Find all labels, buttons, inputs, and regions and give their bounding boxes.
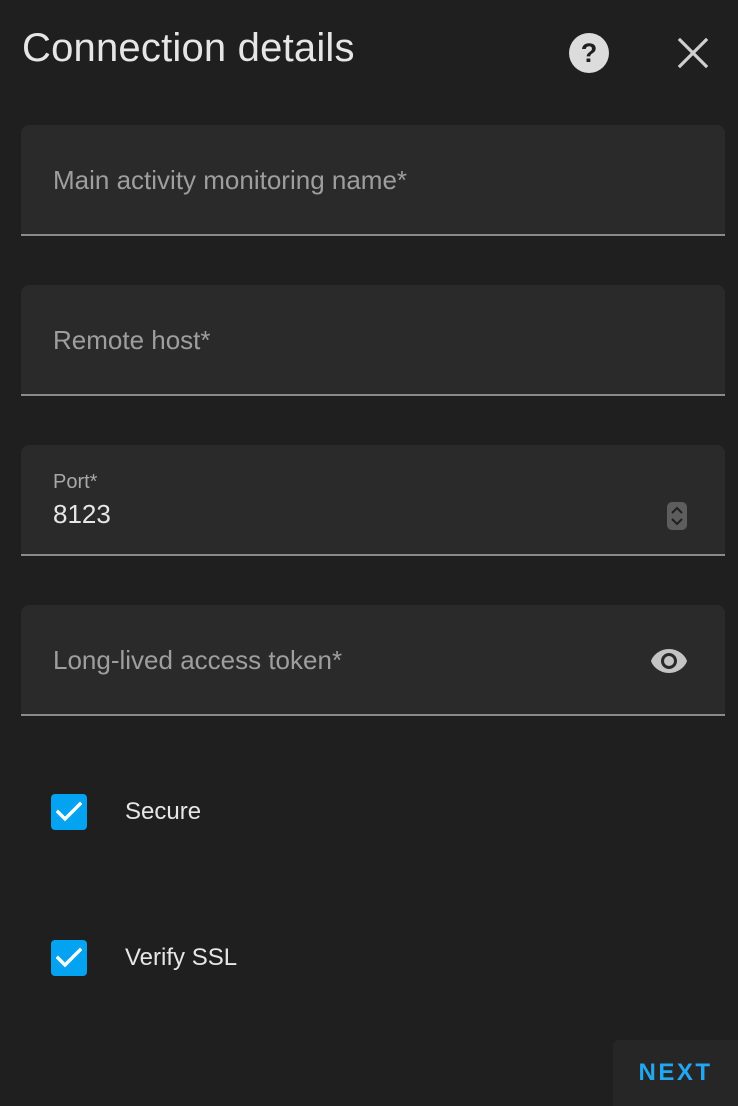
verify-ssl-checkbox[interactable] bbox=[51, 940, 87, 976]
port-field[interactable]: Port* bbox=[21, 445, 725, 556]
help-circle-icon: ? bbox=[569, 33, 609, 73]
access-token-field[interactable]: Long-lived access token* bbox=[21, 605, 725, 716]
svg-text:?: ? bbox=[581, 38, 598, 68]
secure-checkbox-row[interactable]: Secure bbox=[51, 794, 201, 830]
stepper-icon bbox=[671, 506, 683, 526]
verify-ssl-label: Verify SSL bbox=[125, 944, 238, 971]
close-icon bbox=[678, 38, 708, 68]
dialog-title: Connection details bbox=[22, 26, 355, 70]
port-input[interactable] bbox=[53, 499, 613, 530]
monitoring-name-label: Main activity monitoring name* bbox=[53, 165, 408, 195]
remote-host-field[interactable]: Remote host* bbox=[21, 285, 725, 396]
monitoring-name-field[interactable]: Main activity monitoring name* bbox=[21, 125, 725, 236]
toggle-visibility-button[interactable] bbox=[647, 641, 691, 681]
close-button[interactable] bbox=[670, 30, 716, 76]
access-token-label: Long-lived access token* bbox=[53, 645, 343, 675]
verify-ssl-checkbox-row[interactable]: Verify SSL bbox=[51, 940, 237, 976]
next-button[interactable]: NEXT bbox=[613, 1040, 738, 1106]
port-label: Port* bbox=[53, 471, 98, 493]
help-button[interactable]: ? bbox=[566, 30, 612, 76]
checkmark-icon bbox=[56, 801, 82, 822]
secure-checkbox[interactable] bbox=[51, 794, 87, 830]
checkmark-icon bbox=[56, 947, 82, 968]
connection-dialog: Connection details ? Main activity monit… bbox=[0, 0, 738, 1106]
secure-label: Secure bbox=[125, 798, 202, 825]
port-stepper[interactable] bbox=[667, 502, 687, 530]
eye-icon bbox=[651, 649, 687, 673]
remote-host-label: Remote host* bbox=[53, 325, 211, 355]
